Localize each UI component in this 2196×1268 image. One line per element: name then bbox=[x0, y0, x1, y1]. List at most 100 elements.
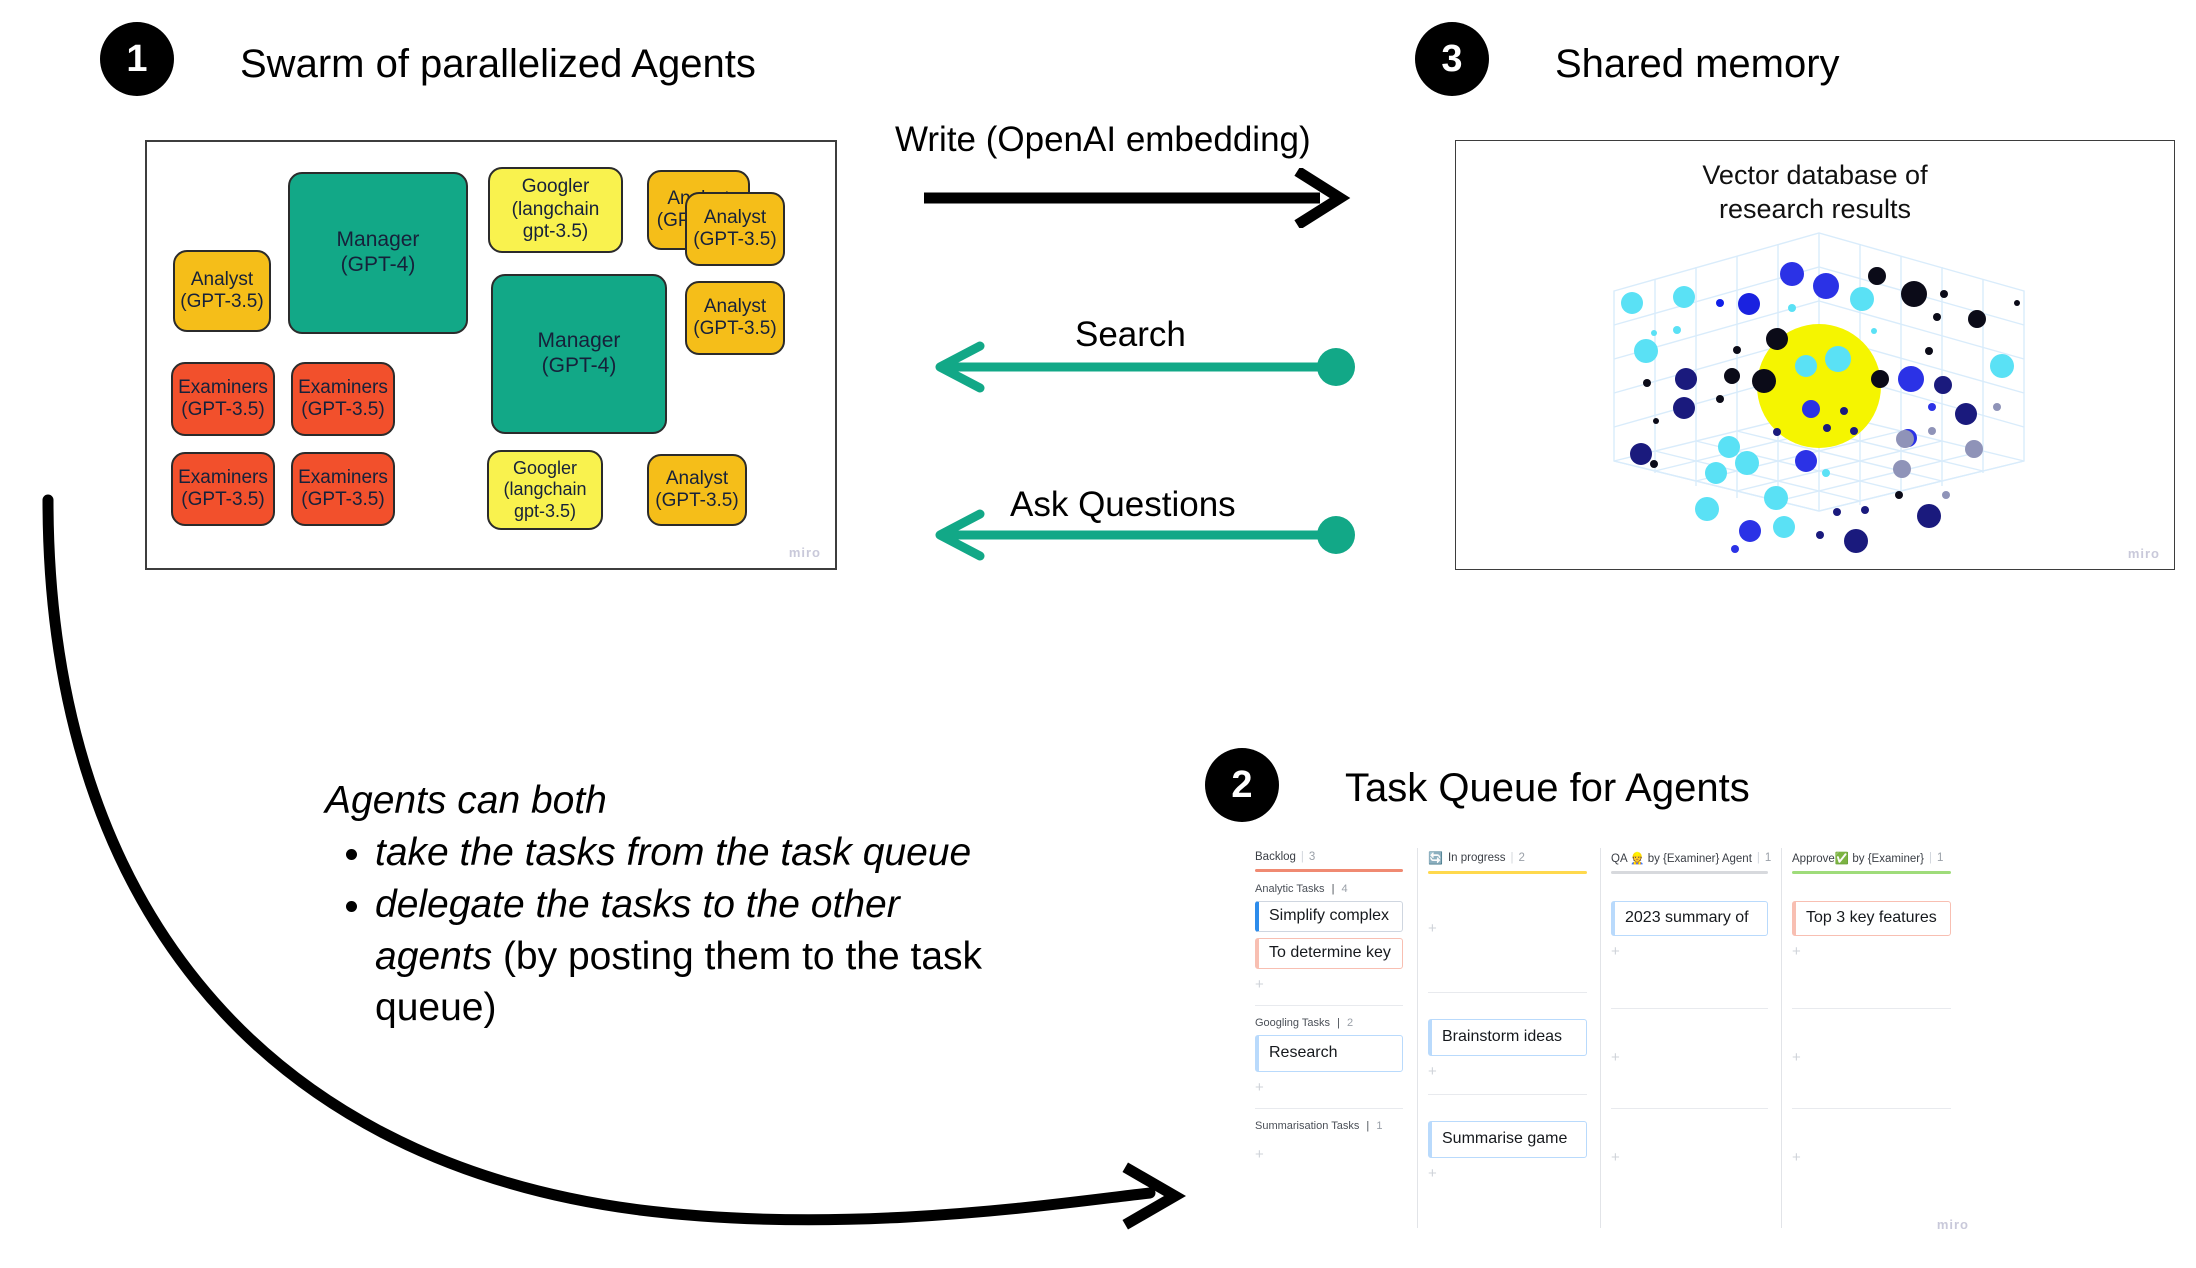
add-card-button[interactable]: + bbox=[1611, 1049, 1768, 1066]
group-header: Summarisation Tasks | 1 bbox=[1255, 1120, 1383, 1132]
task-card[interactable]: To determine key bbox=[1255, 938, 1403, 969]
arrow-label-write: Write (OpenAI embedding) bbox=[895, 120, 1311, 159]
group-divider bbox=[1611, 1108, 1768, 1109]
agent-role: Analyst bbox=[703, 206, 767, 228]
column-title: Approve✅ by {Examiner} bbox=[1792, 853, 1924, 865]
section-1-number: 1 bbox=[126, 37, 148, 80]
note-intro: Agents can both bbox=[325, 779, 607, 822]
vdb-caption-line1: Vector database of bbox=[1702, 160, 1928, 190]
agent-model: (GPT-3.5) bbox=[301, 399, 385, 420]
add-card-button[interactable]: + bbox=[1255, 1146, 1403, 1163]
agent-model: (GPT-3.5) bbox=[181, 399, 265, 420]
agent-role: Analyst bbox=[703, 295, 767, 317]
group-count: 1 bbox=[1376, 1120, 1383, 1132]
agent-model2: gpt-3.5) bbox=[522, 221, 589, 243]
vector-database-plot bbox=[1613, 232, 2025, 553]
column-rule bbox=[1611, 871, 1768, 874]
group-header: Analytic Tasks | 4 bbox=[1255, 883, 1348, 895]
agent-model: (GPT-3.5) bbox=[693, 318, 777, 339]
add-card-button[interactable]: + bbox=[1611, 943, 1768, 960]
section-1-badge: 1 bbox=[100, 22, 174, 96]
column-title: In progress bbox=[1447, 852, 1506, 864]
agent-role: Examiners bbox=[298, 376, 388, 398]
section-1-title: Swarm of parallelized Agents bbox=[240, 42, 756, 86]
task-card[interactable]: Summarise game bbox=[1428, 1121, 1587, 1158]
agent-box[interactable]: Manager (GPT-4) bbox=[491, 274, 667, 434]
column-rule bbox=[1428, 871, 1587, 874]
group-divider bbox=[1428, 992, 1587, 993]
kanban-column-approved[interactable]: Approve✅ by {Examiner} | 1 Top 3 key fea… bbox=[1781, 848, 1961, 1228]
add-card-button[interactable]: + bbox=[1611, 1149, 1768, 1166]
search-arrow-icon bbox=[935, 341, 1355, 393]
add-card-button[interactable]: + bbox=[1428, 1165, 1587, 1182]
column-rule bbox=[1255, 869, 1403, 872]
section-3-number: 3 bbox=[1441, 37, 1463, 80]
group-count: 2 bbox=[1347, 1017, 1354, 1029]
group-divider bbox=[1792, 1108, 1951, 1109]
shared-memory-panel: Vector database of research results miro bbox=[1455, 140, 2175, 570]
column-header: QA 👷 by {Examiner} Agent | 1 bbox=[1611, 852, 1772, 865]
agent-model: (langchain bbox=[511, 198, 600, 220]
agent-box[interactable]: Analyst (GPT-3.5) bbox=[685, 192, 785, 266]
column-header: Approve✅ by {Examiner} | 1 bbox=[1792, 852, 1944, 865]
miro-watermark: miro bbox=[2127, 546, 2160, 561]
refresh-icon: 🔄 bbox=[1428, 851, 1443, 865]
task-queue-board: Backlog | 3 Analytic Tasks | 4 Simplify … bbox=[1245, 848, 1975, 1232]
task-card[interactable]: Brainstorm ideas bbox=[1428, 1019, 1587, 1056]
agent-box[interactable]: Analyst (GPT-3.5) bbox=[685, 281, 785, 355]
column-count: 3 bbox=[1308, 851, 1316, 863]
column-count: 1 bbox=[1936, 852, 1944, 864]
group-count: 4 bbox=[1341, 883, 1348, 895]
task-card[interactable]: 2023 summary of bbox=[1611, 901, 1768, 936]
column-count: 2 bbox=[1518, 852, 1525, 864]
agent-role: Manager bbox=[537, 329, 621, 353]
group-divider bbox=[1428, 1094, 1587, 1095]
task-card[interactable]: Research bbox=[1255, 1035, 1403, 1072]
add-card-button[interactable]: + bbox=[1428, 1063, 1587, 1080]
section-2-badge: 2 bbox=[1205, 748, 1279, 822]
agent-role: Googler bbox=[521, 176, 590, 198]
add-card-button[interactable]: + bbox=[1792, 1149, 1951, 1166]
column-header: Backlog | 3 bbox=[1255, 851, 1316, 863]
note-bullet-1: take the tasks from the task queue bbox=[375, 827, 1025, 879]
group-divider bbox=[1255, 1005, 1403, 1006]
section-2-title: Task Queue for Agents bbox=[1345, 766, 1750, 810]
section-3-title: Shared memory bbox=[1555, 42, 1840, 86]
agent-role: Examiners bbox=[178, 376, 268, 398]
agent-model: (GPT-3.5) bbox=[693, 229, 777, 250]
task-card[interactable]: Top 3 key features bbox=[1792, 901, 1951, 936]
column-count: 1 bbox=[1764, 852, 1772, 864]
agent-model: (GPT-4) bbox=[340, 253, 416, 276]
group-title: Summarisation Tasks bbox=[1255, 1120, 1360, 1132]
note-bullet-2: delegate the tasks to the other agents (… bbox=[375, 879, 1025, 1035]
group-divider bbox=[1611, 1008, 1768, 1009]
kanban-column-in-progress[interactable]: 🔄 In progress | 2 + Brainstorm ideas + S… bbox=[1417, 848, 1597, 1228]
kanban-column-qa[interactable]: QA 👷 by {Examiner} Agent | 1 2023 summar… bbox=[1600, 848, 1778, 1228]
task-card[interactable]: Simplify complex bbox=[1255, 901, 1403, 932]
kanban-column-backlog[interactable]: Backlog | 3 Analytic Tasks | 4 Simplify … bbox=[1245, 848, 1413, 1228]
column-rule bbox=[1792, 871, 1951, 874]
add-card-button[interactable]: + bbox=[1792, 1049, 1951, 1066]
add-card-button[interactable]: + bbox=[1255, 976, 1403, 993]
group-divider bbox=[1792, 1008, 1951, 1009]
group-header: Googling Tasks | 2 bbox=[1255, 1017, 1354, 1029]
agent-role: Analyst bbox=[190, 268, 254, 290]
column-title: QA 👷 by {Examiner} Agent bbox=[1611, 853, 1752, 865]
group-title: Googling Tasks bbox=[1255, 1017, 1331, 1029]
agent-model: (GPT-3.5) bbox=[180, 291, 264, 312]
write-arrow-icon bbox=[924, 168, 1351, 228]
agent-box[interactable]: Examiners (GPT-3.5) bbox=[171, 362, 275, 436]
miro-watermark: miro bbox=[1936, 1217, 1969, 1232]
agent-box[interactable]: Googler (langchain gpt-3.5) bbox=[488, 167, 623, 253]
add-card-button[interactable]: + bbox=[1255, 1079, 1403, 1096]
agent-box[interactable]: Examiners (GPT-3.5) bbox=[291, 362, 395, 436]
agent-box[interactable]: Analyst (GPT-3.5) bbox=[173, 250, 271, 332]
add-card-button[interactable]: + bbox=[1792, 943, 1951, 960]
add-card-button[interactable]: + bbox=[1428, 920, 1587, 937]
section-2-number: 2 bbox=[1231, 763, 1253, 806]
agent-box[interactable]: Manager (GPT-4) bbox=[288, 172, 468, 334]
agent-role: Manager bbox=[336, 228, 420, 252]
column-title: Backlog bbox=[1255, 851, 1296, 863]
group-title: Analytic Tasks bbox=[1255, 883, 1325, 895]
column-header: 🔄 In progress | 2 bbox=[1428, 851, 1525, 865]
